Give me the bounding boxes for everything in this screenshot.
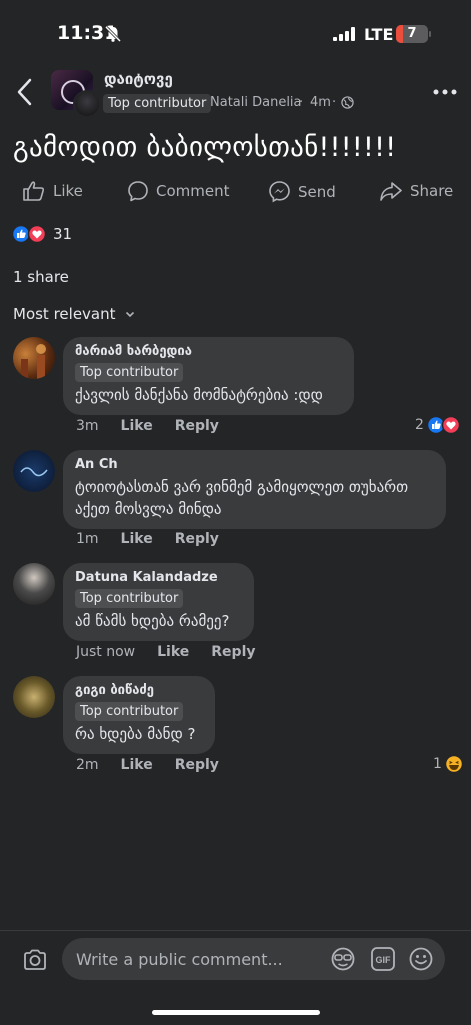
network-label: LTE [364,25,394,44]
commenter-avatar[interactable] [13,676,55,718]
share-arrow-icon [380,182,402,201]
comment-reply-button[interactable]: Reply [175,418,219,434]
globe-icon [341,96,354,109]
send-button[interactable]: Send [268,180,336,203]
laugh-reaction-icon [444,754,464,774]
comment-like-button[interactable]: Like [121,531,153,547]
svg-text:GIF: GIF [376,955,392,965]
back-arrow-icon[interactable] [14,76,36,108]
share-label: Share [410,182,454,200]
comment-reply-button[interactable]: Reply [211,644,255,660]
post-time[interactable]: 4m [310,95,331,110]
commenter-name[interactable]: Datuna Kalandadze [75,570,242,585]
battery-icon: 7 [396,25,428,43]
comment-text: ტოიოტასთან ვარ ვინმემ გამიყოლეთ თუხართ [75,478,409,496]
comment-text: რა ხდება მანდ ? [75,725,196,743]
reaction-count[interactable]: 31 [53,225,72,243]
commenter-avatar[interactable] [13,450,55,492]
camera-icon[interactable] [22,948,48,972]
comment-time[interactable]: 3m [76,418,99,434]
comment-bubble[interactable]: An Ch ტოიოტასთან ვარ ვინმემ გამიყოლეთ თუ… [63,450,446,529]
battery-tip [429,31,431,37]
bell-muted-icon [104,25,122,43]
separator-dot: · [332,95,337,110]
comment-meta: 1m Like Reply [76,531,219,547]
group-name[interactable]: დაიტოვე [104,70,173,88]
comment-time[interactable]: 2m [76,757,99,773]
separator-dot: · [299,95,304,110]
comment-bubble[interactable]: მარიამ ხარბედია Top contributor ქავლის მ… [63,337,354,415]
home-indicator[interactable] [152,1010,320,1015]
comment-text: აქეთ მოსვლა მინდა [75,500,222,518]
comment-meta: 3m Like Reply [76,418,219,434]
avatar-sticker-icon[interactable] [330,946,356,972]
comment-reply-button[interactable]: Reply [175,531,219,547]
more-options-icon[interactable] [433,88,457,96]
comment-like-button[interactable]: Like [121,757,153,773]
comment-button[interactable]: Comment [127,180,230,202]
share-button[interactable]: Share [379,180,453,202]
sort-dropdown[interactable]: Most relevant [13,305,135,323]
top-contributor-badge: Top contributor [75,702,184,721]
emoji-icon[interactable] [408,946,434,972]
comment-text: ქავლის მანქანა მომნატრებია :დდ [75,386,323,404]
top-contributor-badge: Top contributor [75,589,184,608]
like-label: Like [53,182,83,200]
comment-time[interactable]: Just now [76,644,135,660]
comment-bubble[interactable]: გიგი ბიწაძე Top contributor რა ხდება მან… [63,676,215,754]
comment-time[interactable]: 1m [76,531,99,547]
sort-label: Most relevant [13,305,116,323]
top-contributor-badge: Top contributor [103,94,212,113]
comment-like-button[interactable]: Like [157,644,189,660]
like-button[interactable]: Like [22,180,83,202]
gif-icon[interactable]: GIF [370,946,396,972]
comment-icon [128,181,148,202]
post-text: გამოდით ბაბილოსთან!!!!!!! [13,132,397,163]
author-avatar[interactable] [73,90,101,118]
messenger-icon [269,181,290,203]
author-name[interactable]: Natali Danelia [210,95,302,110]
commenter-avatar[interactable] [13,563,55,605]
commenter-name[interactable]: An Ch [75,457,434,472]
battery-level: 7 [407,26,417,41]
signal-icon [333,27,355,41]
thumbs-up-icon [23,181,45,201]
chevron-down-icon [125,311,134,317]
like-love-reaction-icon [426,415,461,435]
comment-label: Comment [156,182,230,200]
post-reactions[interactable] [11,224,48,248]
comment-reaction-count: 2 [415,417,424,433]
comment-reaction-count: 1 [433,756,442,772]
top-contributor-badge: Top contributor [75,363,184,382]
comment-like-button[interactable]: Like [121,418,153,434]
commenter-name[interactable]: მარიამ ხარბედია [75,344,342,359]
share-count[interactable]: 1 share [13,268,69,286]
comment-text: ამ წამს ხდება რამეე? [75,612,230,630]
commenter-name[interactable]: გიგი ბიწაძე [75,683,203,698]
comment-reactions[interactable]: 1 [433,754,464,774]
comment-bubble[interactable]: Datuna Kalandadze Top contributor ამ წამ… [63,563,254,641]
comment-input-placeholder[interactable]: Write a public comment... [76,950,283,969]
commenter-avatar[interactable] [13,337,55,379]
comment-meta: 2m Like Reply [76,757,219,773]
comment-meta: Just now Like Reply [76,644,256,660]
comment-reactions[interactable]: 2 [415,415,462,435]
comment-reply-button[interactable]: Reply [175,757,219,773]
send-label: Send [298,182,336,201]
